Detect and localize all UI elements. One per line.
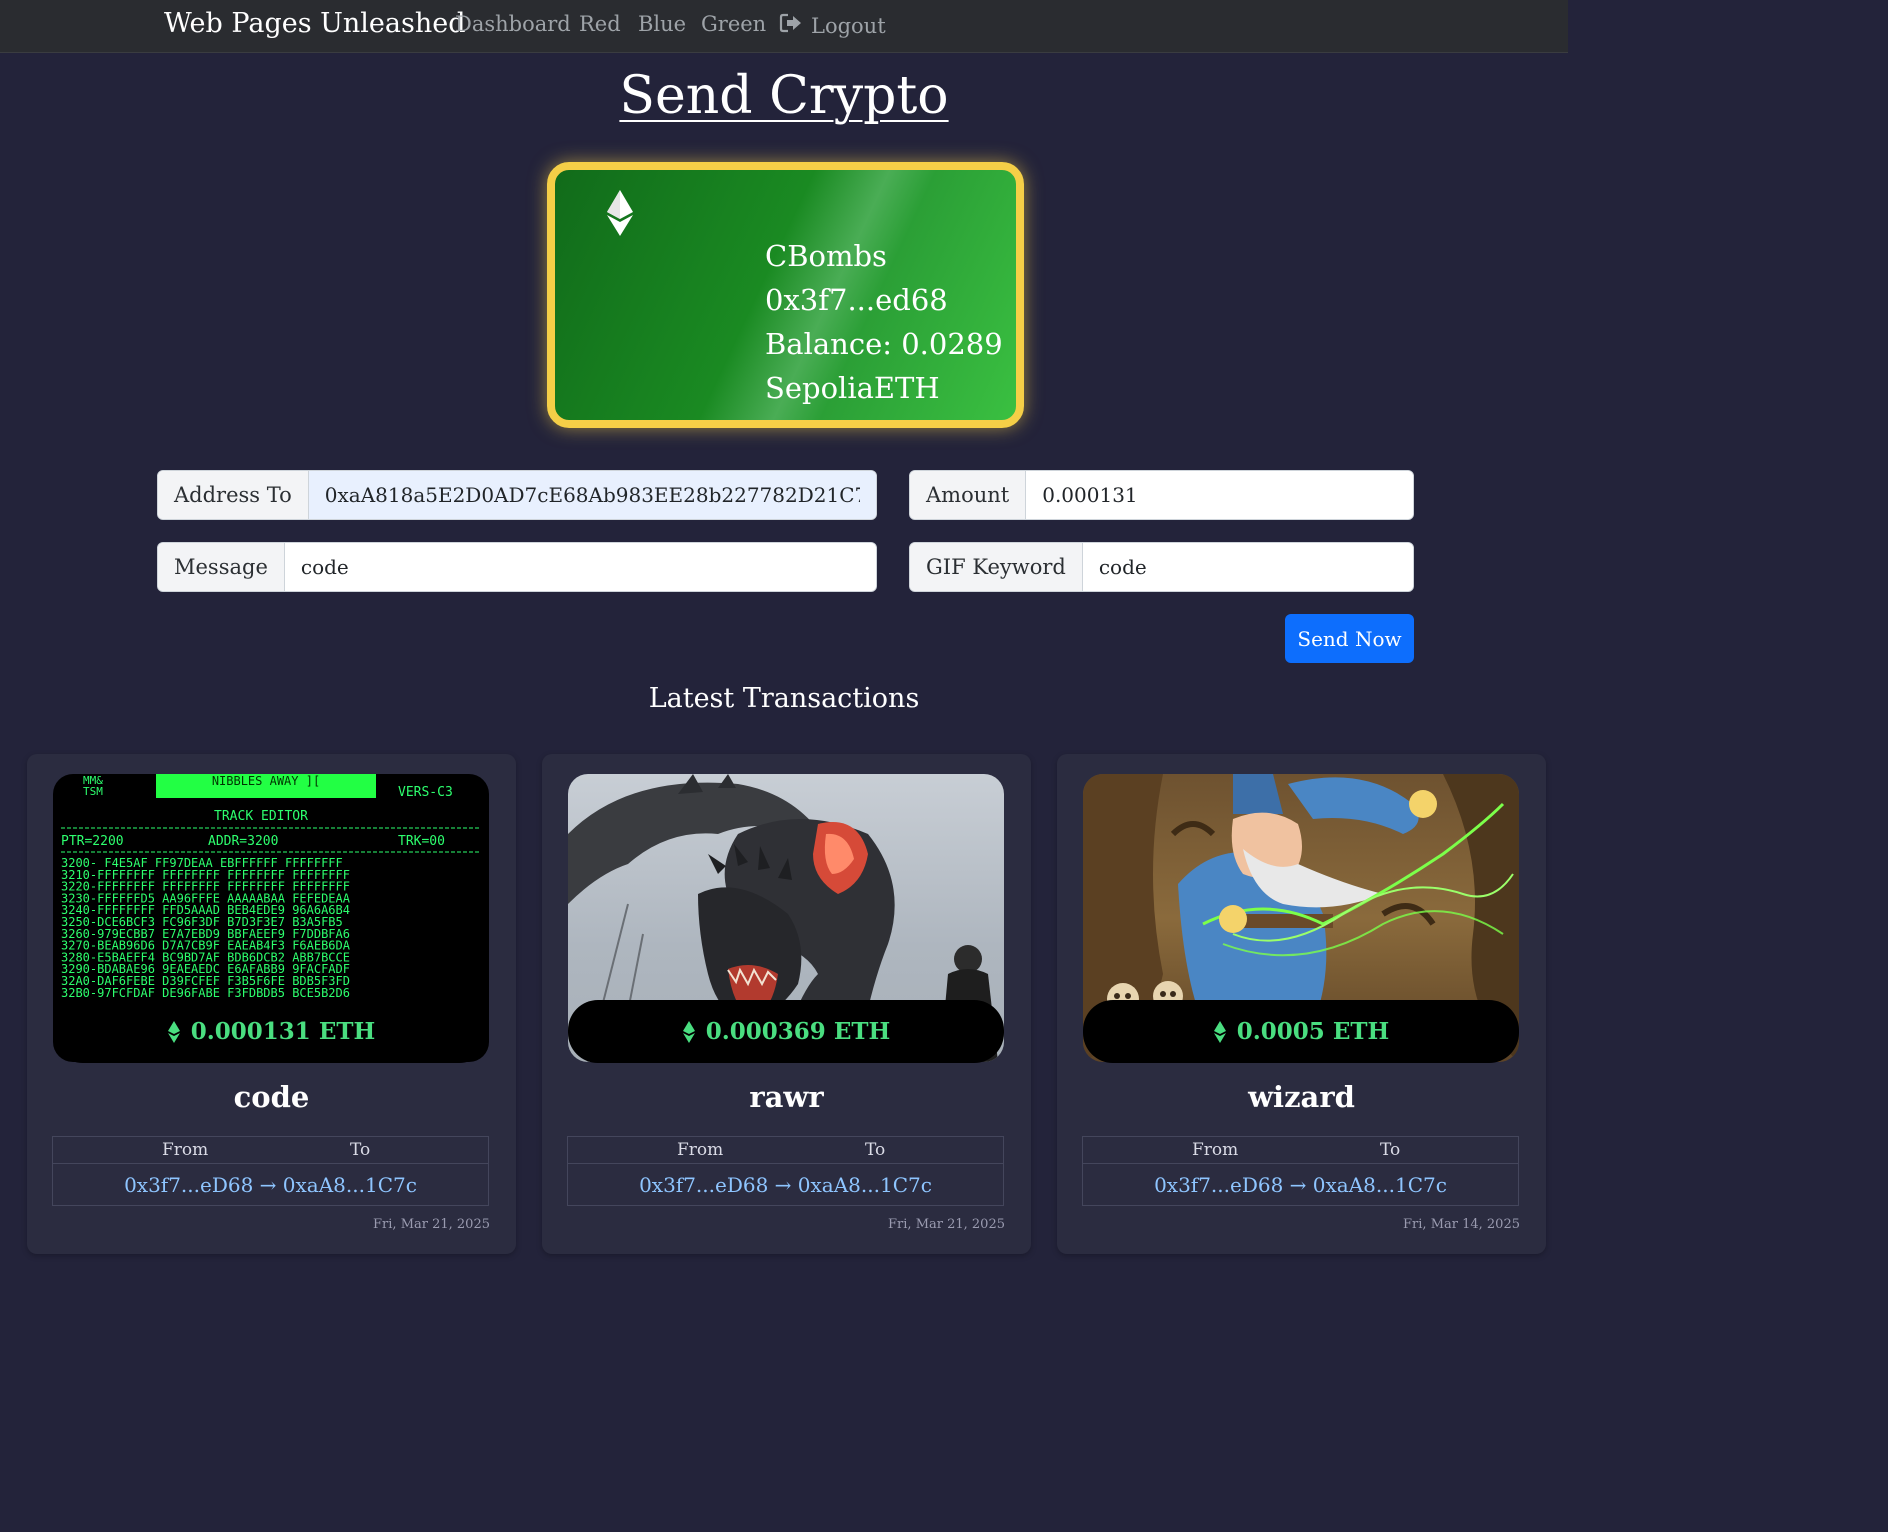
gif-text-subtitle: TRACK EDITOR [214,809,308,824]
ethereum-icon [1213,1020,1226,1043]
amount-label: Amount [910,471,1027,519]
gif-text-addr: ADDR=3200 [208,834,278,849]
nav-link-red[interactable]: Red [579,12,621,36]
transaction-date: Fri, Mar 21, 2025 [888,1217,1005,1232]
transaction-route-link[interactable]: 0x3f7...eD68 → 0xaA8...1C7c [53,1164,488,1206]
transaction-amount-value: 0.000369 ETH [705,1018,891,1045]
to-header: To [1380,1140,1401,1160]
transaction-amount: 0.000369 ETH [568,1000,1004,1063]
transaction-amount: 0.0005 ETH [1083,1000,1519,1063]
message-group: Message [157,542,877,592]
gif-keyword-label: GIF Keyword [910,543,1083,591]
amount-group: Amount [909,470,1414,520]
address-to-label: Address To [158,471,309,519]
transaction-date: Fri, Mar 14, 2025 [1403,1217,1520,1232]
transaction-route-link[interactable]: 0x3f7...eD68 → 0xaA8...1C7c [568,1164,1003,1206]
gif-keyword-group: GIF Keyword [909,542,1414,592]
address-to-group: Address To [157,470,877,520]
page-title: Send Crypto [619,66,949,126]
address-to-input[interactable] [308,471,876,519]
gif-text-trk: TRK=00 [398,834,445,849]
from-header: From [677,1140,724,1160]
wallet-address: 0x3f7...ed68 [765,283,948,317]
transaction-route-table: From To 0x3f7...eD68 → 0xaA8...1C7c [567,1136,1004,1206]
transaction-card: MM& TSM NIBBLES AWAY ][ VERS-C3 TRACK ED… [27,754,516,1254]
nav-link-dashboard[interactable]: Dashboard [455,12,571,36]
wallet-balance: Balance: 0.0289 [765,327,1003,361]
nav-link-green[interactable]: Green [701,12,766,36]
to-header: To [865,1140,886,1160]
sign-out-icon [779,12,803,39]
transaction-message: rawr [749,1080,824,1114]
message-label: Message [158,543,285,591]
wallet-card: CBombs 0x3f7...ed68 Balance: 0.0289 Sepo… [547,162,1024,428]
transaction-route-table: From To 0x3f7...eD68 → 0xaA8...1C7c [1082,1136,1519,1206]
transaction-amount-value: 0.0005 ETH [1236,1018,1390,1045]
transaction-route-table: From To 0x3f7...eD68 → 0xaA8...1C7c [52,1136,489,1206]
navbar: Web Pages Unleashed Dashboard Red Blue G… [0,0,1568,53]
gif-text-banner: NIBBLES AWAY ][ [212,774,320,788]
gif-keyword-input[interactable] [1082,543,1413,591]
transaction-date: Fri, Mar 21, 2025 [373,1217,490,1232]
send-now-button[interactable]: Send Now [1285,614,1414,663]
transaction-amount: 0.000131 ETH [53,1000,489,1063]
from-header: From [1192,1140,1239,1160]
ethereum-icon [682,1020,695,1043]
nav-link-blue[interactable]: Blue [638,12,686,36]
from-header: From [162,1140,209,1160]
ethereum-icon [167,1020,180,1043]
message-input[interactable] [284,543,876,591]
transaction-message: code [233,1080,310,1114]
wallet-details: CBombs 0x3f7...ed68 Balance: 0.0289 Sepo… [765,234,1003,410]
gif-text-row: 32B0-97FCFDAF DE96FABE F3FDBDB5 BCE5B2D6 [61,986,350,1000]
transaction-message: wizard [1248,1080,1355,1114]
transaction-card: 0.000369 ETH rawr From To 0x3f7...eD68 →… [542,754,1031,1254]
to-header: To [350,1140,371,1160]
gif-text-corner-2: TSM [83,785,103,798]
transaction-route-link[interactable]: 0x3f7...eD68 → 0xaA8...1C7c [1083,1164,1518,1206]
brand-link[interactable]: Web Pages Unleashed [164,8,466,39]
gif-text-version: VERS-C3 [398,785,453,800]
logout-link[interactable]: Logout [779,12,886,39]
wallet-currency: SepoliaETH [765,371,940,405]
transaction-card: 0.0005 ETH wizard From To 0x3f7...eD68 →… [1057,754,1546,1254]
transaction-amount-value: 0.000131 ETH [190,1018,376,1045]
wallet-name: CBombs [765,239,887,273]
ethereum-icon [607,190,633,236]
amount-input[interactable] [1026,471,1413,519]
latest-transactions-title: Latest Transactions [648,683,920,714]
logout-label: Logout [811,13,886,38]
gif-text-ptr: PTR=2200 [61,834,124,849]
